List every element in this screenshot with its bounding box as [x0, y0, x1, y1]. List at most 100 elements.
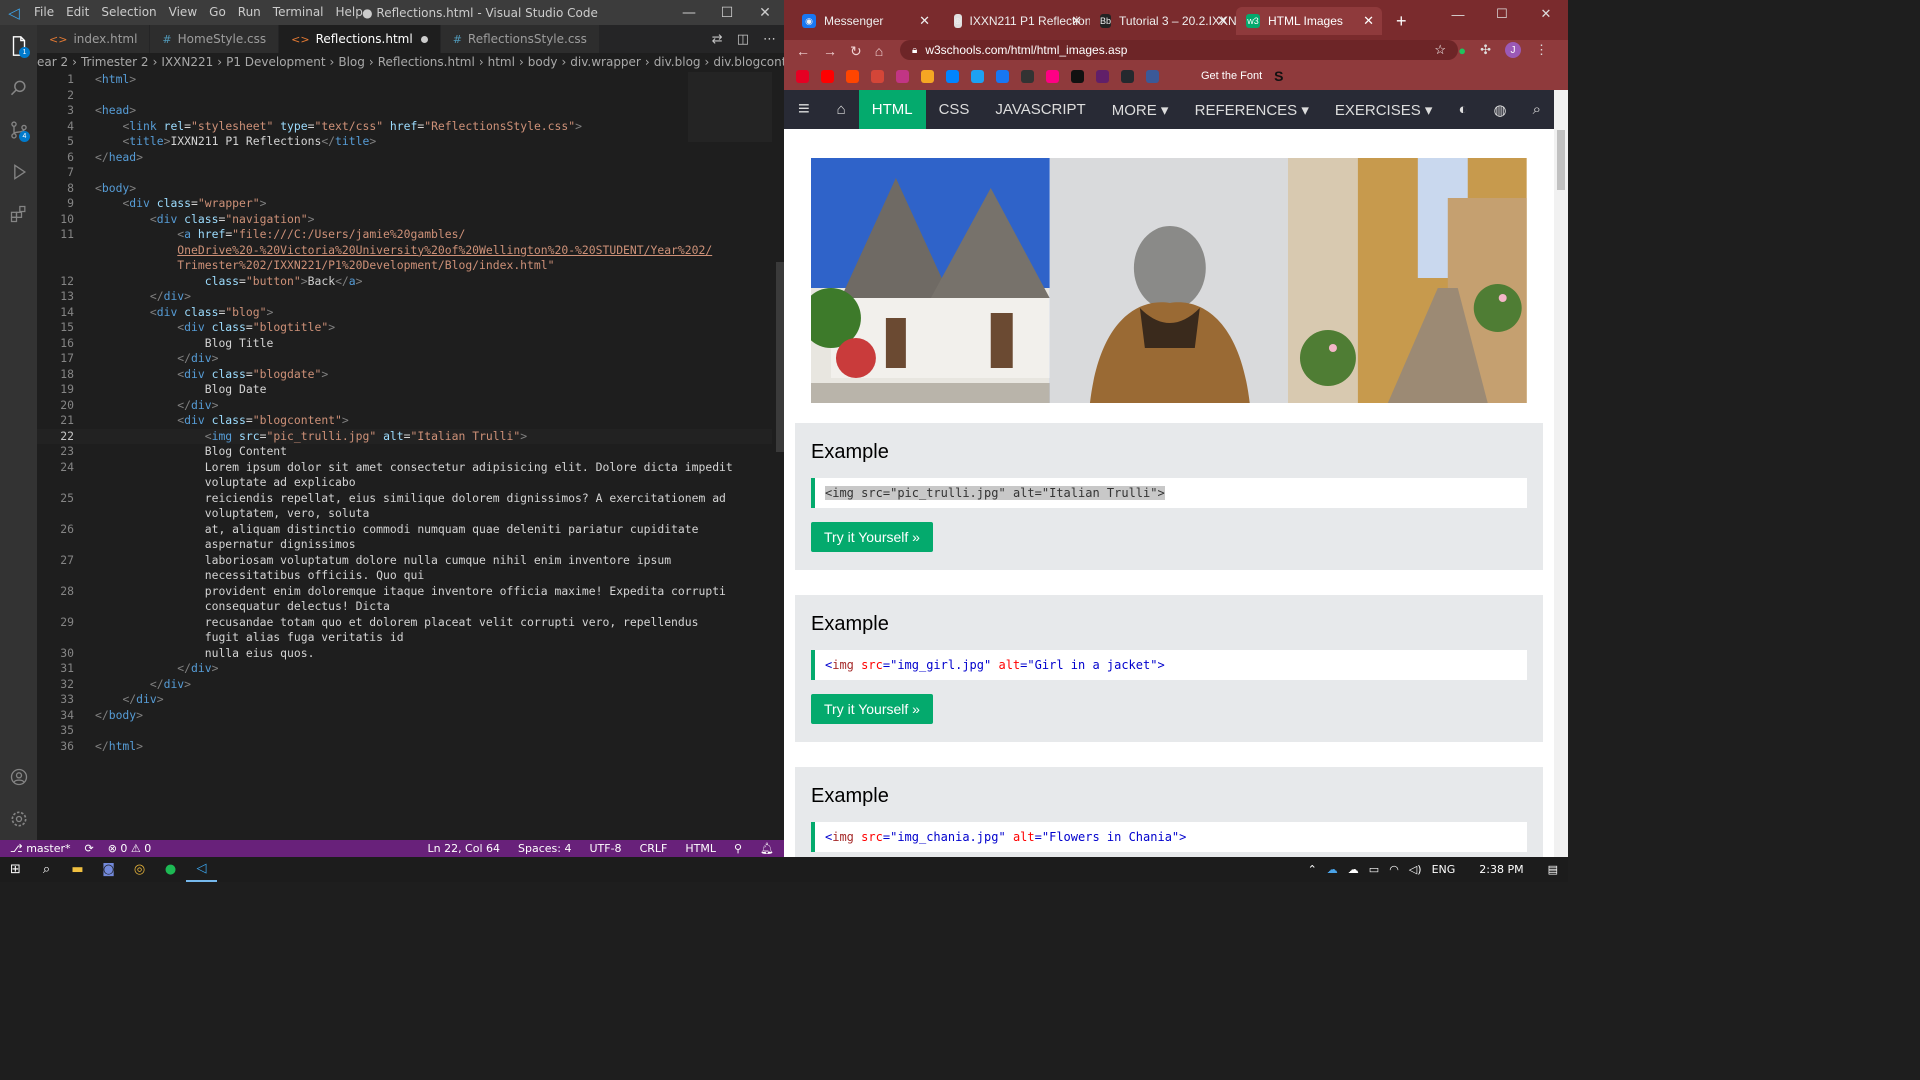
breadcrumb-item[interactable]: P1 Development [226, 55, 325, 69]
code-line[interactable]: 20 </div> [37, 398, 777, 414]
minimap[interactable] [688, 72, 772, 142]
tray-chevron-icon[interactable]: ⌃ [1308, 863, 1317, 876]
menu-item-edit[interactable]: Edit [60, 5, 95, 19]
line-ending[interactable]: CRLF [640, 842, 668, 855]
bookmark-favicon-icon[interactable] [1071, 69, 1084, 83]
w3-nav-css[interactable]: CSS [926, 90, 983, 129]
volume-icon[interactable]: ◁) [1409, 863, 1422, 876]
menu-item-file[interactable]: File [28, 5, 60, 19]
bookmark-favicon-icon[interactable] [1121, 69, 1134, 83]
notifications-bell-icon[interactable]: 🔔︎ [760, 842, 774, 855]
bookmark-s[interactable]: S [1274, 68, 1283, 84]
language-indicator[interactable]: ENG [1432, 863, 1456, 876]
account-icon[interactable] [0, 756, 37, 798]
code-editor[interactable]: 1 <html> 2 3 <head> 4 <link rel="stylesheet" … [37, 72, 784, 840]
wifi-icon[interactable]: ◠ [1389, 863, 1399, 876]
file-explorer-icon[interactable]: ▬ [62, 857, 93, 882]
menu-item-run[interactable]: Run [232, 5, 267, 19]
branch-status[interactable]: ⎇ master* [10, 842, 70, 855]
browser-maximize-icon[interactable]: ☐ [1480, 0, 1524, 28]
code-line[interactable]: 36 </html> [37, 739, 777, 755]
code-line[interactable]: 10 <div class="navigation"> [37, 212, 777, 228]
run-debug-icon[interactable] [0, 151, 37, 193]
compare-icon[interactable]: ⇄ [712, 32, 723, 47]
example-code[interactable]: <img src="img_girl.jpg" alt="Girl in a j… [811, 650, 1527, 680]
clock[interactable]: 2:38 PM [1479, 863, 1523, 876]
w3-nav-more[interactable]: MORE ▾ [1099, 90, 1182, 129]
code-line[interactable]: 1 <html> [37, 72, 777, 88]
windows-start-icon[interactable]: ⊞ [0, 857, 31, 882]
bookmark-favicon-icon[interactable] [1146, 69, 1159, 83]
code-line[interactable]: 27 laboriosam voluptatum dolore nulla cu… [37, 553, 777, 569]
breadcrumb-item[interactable]: IXXN221 [161, 55, 213, 69]
code-line[interactable]: 16 Blog Title [37, 336, 777, 352]
menu-item-go[interactable]: Go [203, 5, 232, 19]
code-line[interactable]: 4 <link rel="stylesheet" type="text/css"… [37, 119, 777, 135]
language-mode[interactable]: HTML [685, 842, 716, 855]
breadcrumb-item[interactable]: div.blog [654, 55, 701, 69]
back-icon[interactable]: ← [796, 43, 810, 60]
profile-avatar[interactable]: J [1505, 42, 1521, 58]
menu-item-terminal[interactable]: Terminal [267, 5, 330, 19]
action-center-icon[interactable]: ▤ [1548, 863, 1558, 876]
tab-close-icon[interactable]: ✕ [1071, 13, 1082, 29]
dark-mode-icon[interactable]: ◐ [1445, 90, 1480, 129]
taskbar-search-icon[interactable]: ⌕ [31, 857, 62, 882]
translate-globe-icon[interactable]: ◍ [1481, 90, 1520, 129]
extensions-icon[interactable] [0, 193, 37, 235]
browser-close-icon[interactable]: ✕ [1524, 0, 1568, 28]
bookmark-favicon-icon[interactable] [946, 69, 959, 83]
editor-tab[interactable]: <> Reflections.html [279, 25, 441, 53]
code-line[interactable]: 21 <div class="blogcontent"> [37, 413, 777, 429]
code-line[interactable]: 29 recusandae totam quo et dolorem place… [37, 615, 777, 631]
extensions-puzzle-icon[interactable]: ✣ [1480, 42, 1491, 58]
tab-close-icon[interactable]: ✕ [1363, 13, 1374, 29]
bookmark-favicon-icon[interactable] [1046, 69, 1059, 83]
code-line[interactable]: 23 Blog Content [37, 444, 777, 460]
code-line[interactable]: 32 </div> [37, 677, 777, 693]
example-code[interactable]: <img src="img_chania.jpg" alt="Flowers i… [811, 822, 1527, 852]
chrome-menu-icon[interactable]: ⋮ [1535, 42, 1548, 58]
bookmark-favicon-icon[interactable] [1021, 69, 1034, 83]
code-line[interactable]: 28 provident enim doloremque itaque inve… [37, 584, 777, 600]
code-line[interactable]: 9 <div class="wrapper"> [37, 196, 777, 212]
editor-tab[interactable]: # HomeStyle.css [150, 25, 280, 53]
close-icon[interactable]: ✕ [746, 0, 784, 25]
bookmark-favicon-icon[interactable] [821, 69, 834, 83]
code-line[interactable]: 30 nulla eius quos. [37, 646, 777, 662]
w3-nav-exercises[interactable]: EXERCISES ▾ [1322, 90, 1446, 129]
code-line[interactable]: 22 <img src="pic_trulli.jpg" alt="Italia… [37, 429, 777, 445]
live-share-icon[interactable]: ⚲ [734, 842, 742, 855]
home-icon[interactable]: ⌂ [875, 43, 883, 60]
settings-gear-icon[interactable] [0, 798, 37, 840]
code-line[interactable]: 24 Lorem ipsum dolor sit amet consectetu… [37, 460, 777, 476]
discord-icon[interactable]: ◙ [93, 857, 124, 882]
explorer-icon[interactable]: 1 [0, 25, 37, 67]
browser-tab[interactable]: ⊕ IXXN211 P1 Reflection ✕ [944, 7, 1090, 35]
code-line[interactable]: voluptatem, vero, soluta [37, 506, 777, 522]
cloud-icon[interactable]: ☁ [1348, 863, 1359, 876]
breadcrumb-item[interactable]: Trimester 2 [81, 55, 149, 69]
example-code[interactable]: <img src="pic_trulli.jpg" alt="Italian T… [811, 478, 1527, 508]
breadcrumb-item[interactable]: div.blogcontent [713, 55, 784, 69]
chrome-icon[interactable]: ◎ [124, 857, 155, 882]
breadcrumb-item[interactable]: Reflections.html [378, 55, 475, 69]
code-line[interactable]: 2 [37, 88, 777, 104]
code-line[interactable]: Trimester%202/IXXN221/P1%20Development/B… [37, 258, 777, 274]
grammarly-icon[interactable]: ● [1458, 43, 1466, 58]
problems-status[interactable]: ⊗ 0 ⚠ 0 [108, 842, 152, 855]
code-line[interactable]: 5 <title>IXXN211 P1 Reflections</title> [37, 134, 777, 150]
w3-search-icon[interactable]: ⌕ [1520, 90, 1554, 129]
w3-nav-references[interactable]: REFERENCES ▾ [1182, 90, 1322, 129]
code-line[interactable]: 26 at, aliquam distinctio commodi numqua… [37, 522, 777, 538]
code-line[interactable]: 31 </div> [37, 661, 777, 677]
code-line[interactable]: 17 </div> [37, 351, 777, 367]
breadcrumb-item[interactable]: Blog [338, 55, 365, 69]
code-line[interactable]: aspernatur dignissimos [37, 537, 777, 553]
tab-close-icon[interactable]: ✕ [919, 13, 930, 29]
breadcrumb-item[interactable]: body [528, 55, 558, 69]
code-line[interactable]: 6 </head> [37, 150, 777, 166]
bookmark-favicon-icon[interactable] [846, 69, 859, 83]
code-line[interactable]: 13 </div> [37, 289, 777, 305]
minimize-icon[interactable]: — [670, 0, 708, 25]
